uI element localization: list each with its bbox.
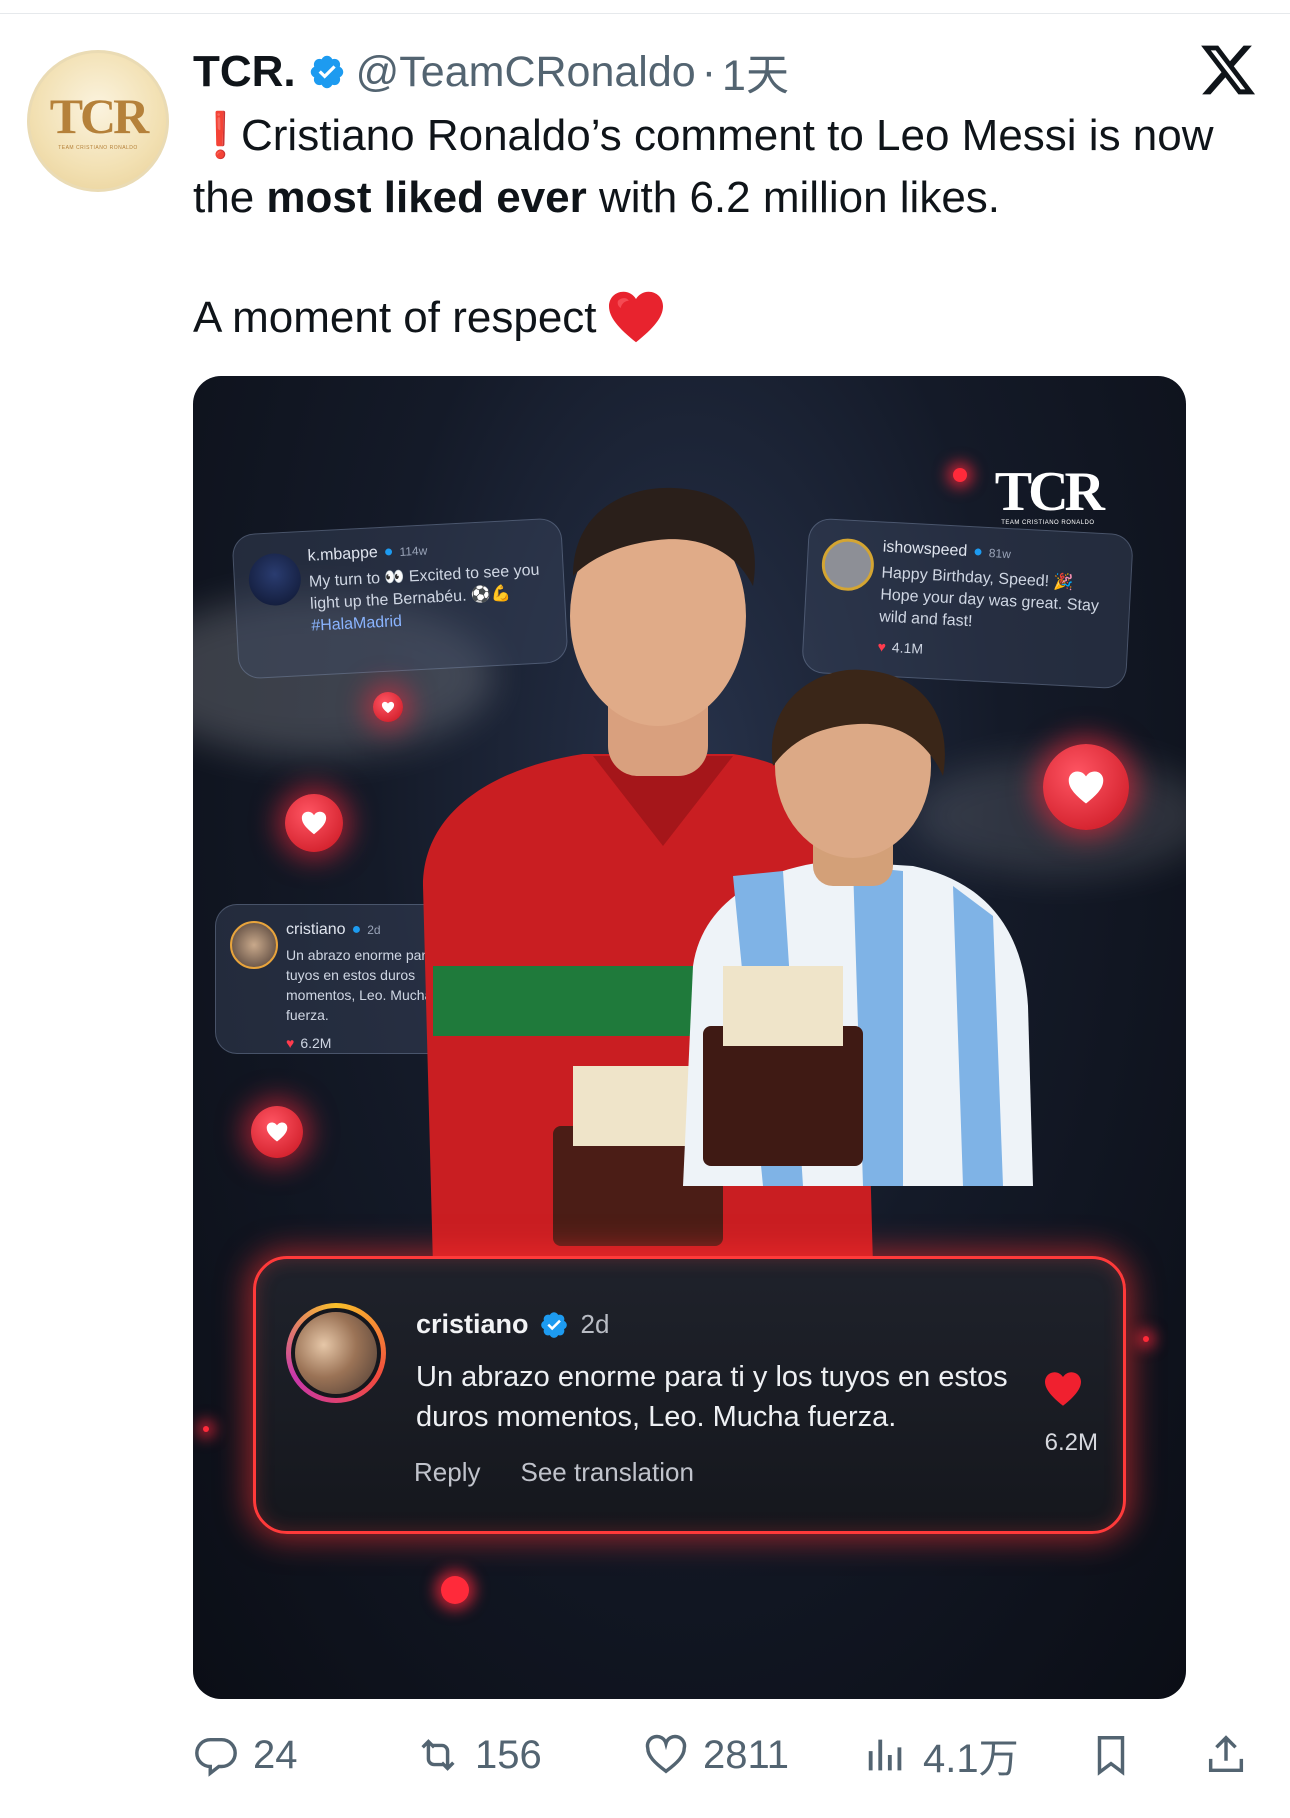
ghost-meta: 2d <box>367 923 381 937</box>
messi-figure <box>683 669 1033 1186</box>
tweet-header: TCR. @TeamCRonaldo · 1天 <box>193 44 789 100</box>
separator-dot: · <box>701 47 717 96</box>
retweet-icon <box>421 1739 455 1771</box>
views-count: 4.1万 <box>923 1737 1019 1781</box>
verified-badge-icon <box>310 55 343 89</box>
ghost-user: k.mbappe <box>307 544 379 565</box>
x-logo-icon[interactable] <box>1198 40 1258 100</box>
tweet-action-bar: 24 156 2811 4.1万 <box>193 1720 1273 1790</box>
glow-dot <box>953 468 967 482</box>
comment-time: 2d <box>580 1309 610 1339</box>
views-button[interactable]: 4.1万 <box>863 1720 1019 1790</box>
comment-translate: See translation <box>520 1457 694 1487</box>
views-chart-icon <box>868 1739 902 1771</box>
bookmark-button[interactable] <box>1088 1720 1148 1790</box>
avatar-logo: TCR <box>49 88 150 144</box>
retweet-button[interactable]: 156 <box>415 1720 542 1790</box>
comment-username: cristiano <box>416 1309 529 1339</box>
share-icon <box>1208 1735 1244 1773</box>
display-name[interactable]: TCR. <box>193 47 296 97</box>
handle[interactable]: @TeamCRonaldo <box>356 48 696 97</box>
reply-icon <box>195 1737 237 1777</box>
timestamp[interactable]: 1天 <box>722 41 789 103</box>
tweet-text-part2: with 6.2 million likes. <box>586 173 1001 222</box>
ghost-tag: #HalaMadrid <box>310 612 403 635</box>
reply-count: 24 <box>253 1732 298 1777</box>
comment-verified-icon <box>540 1311 567 1338</box>
reply-button[interactable]: 24 <box>193 1720 298 1790</box>
red-heart-emoji-icon <box>608 291 663 343</box>
heart-bubble-icon <box>285 794 343 852</box>
cristiano-mini-avatar <box>230 921 278 969</box>
ghost-meta: 81w <box>988 546 1012 562</box>
featured-comment-card: cristiano 2d Un abrazo enorme para ti y … <box>253 1256 1126 1534</box>
exclamation-icon: ❗ <box>193 111 248 160</box>
comment-like-count: 6.2M <box>1044 1429 1098 1456</box>
comment-text: Un abrazo enorme para ti y los tuyos en … <box>416 1361 1008 1433</box>
glow-dot <box>1143 1336 1149 1342</box>
heart-bubble-icon <box>1043 744 1129 830</box>
tweet-text-line2: A moment of respect <box>193 287 665 349</box>
like-count: 2811 <box>703 1732 790 1777</box>
tcr-watermark: TCR TEAM CRISTIANO RONALDO <box>994 461 1105 526</box>
comment-actions: Reply See translation <box>414 1457 694 1488</box>
tweet-text: ❗Cristiano Ronaldo’s comment to Leo Mess… <box>193 105 1253 229</box>
glow-dot <box>441 1576 469 1604</box>
like-button[interactable]: 2811 <box>643 1720 789 1790</box>
tcr-watermark-logo: TCR <box>994 461 1105 523</box>
top-divider <box>0 0 1290 14</box>
heart-bubble-icon <box>251 1106 303 1158</box>
heart-icon <box>645 1734 687 1774</box>
retweet-count: 156 <box>475 1732 542 1777</box>
share-button[interactable] <box>1203 1720 1263 1790</box>
avatar-sub: TEAM CRISTIANO RONALDO <box>58 145 138 151</box>
ghost-likes: 6.2M <box>300 1035 332 1051</box>
comment-author: cristiano 2d <box>416 1309 609 1340</box>
bookmark-icon <box>1097 1736 1125 1776</box>
comment-like-heart-icon <box>1045 1372 1081 1406</box>
mbappe-avatar <box>247 552 303 607</box>
comment-reply: Reply <box>414 1457 481 1487</box>
ghost-user: cristiano <box>286 921 346 938</box>
profile-avatar[interactable]: TCR TEAM CRISTIANO RONALDO <box>27 50 169 192</box>
comment-avatar <box>286 1303 386 1403</box>
tcr-watermark-sub: TEAM CRISTIANO RONALDO <box>1001 520 1095 526</box>
tweet-text-bold: most liked ever <box>266 173 587 222</box>
glow-dot <box>203 1426 209 1432</box>
tweet-text-respect: A moment of respect <box>193 293 597 342</box>
tweet-media-image[interactable]: TCR TEAM CRISTIANO RONALDO k.mbappe ● 114w… <box>193 376 1186 1699</box>
